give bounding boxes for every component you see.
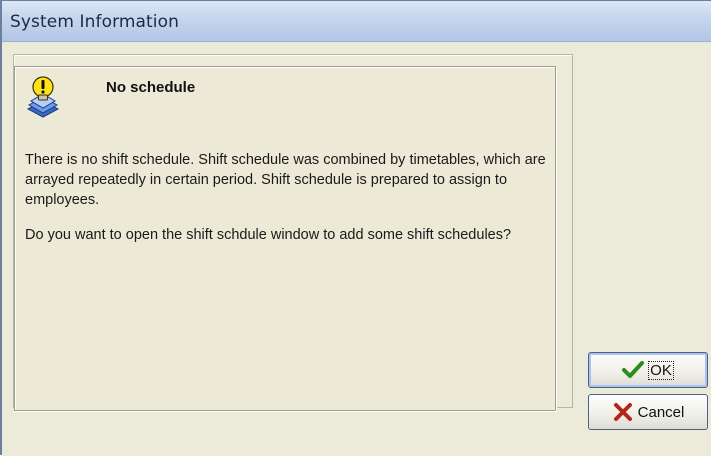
message-paragraph: Do you want to open the shift schdule wi…: [25, 227, 512, 243]
window-title: System Information: [10, 12, 180, 32]
bulb-warning-icon: [26, 76, 60, 118]
ok-button-label: OK: [648, 360, 674, 380]
dialog-body: No schedule There is no shift schedule. …: [2, 42, 711, 456]
cancel-button[interactable]: Cancel: [588, 394, 708, 430]
dialog-window: System Information No schedule There is …: [0, 0, 711, 456]
message-text: There is no shift schedule. Shift schedu…: [25, 150, 550, 260]
x-cross-icon: [613, 403, 632, 421]
checkmark-icon: [622, 361, 645, 378]
ok-button[interactable]: OK: [588, 352, 708, 388]
title-bar[interactable]: System Information: [2, 1, 711, 42]
message-paragraph: There is no shift schedule. Shift schedu…: [25, 152, 546, 208]
message-heading: No schedule: [106, 79, 196, 96]
cancel-button-label: Cancel: [637, 403, 685, 421]
